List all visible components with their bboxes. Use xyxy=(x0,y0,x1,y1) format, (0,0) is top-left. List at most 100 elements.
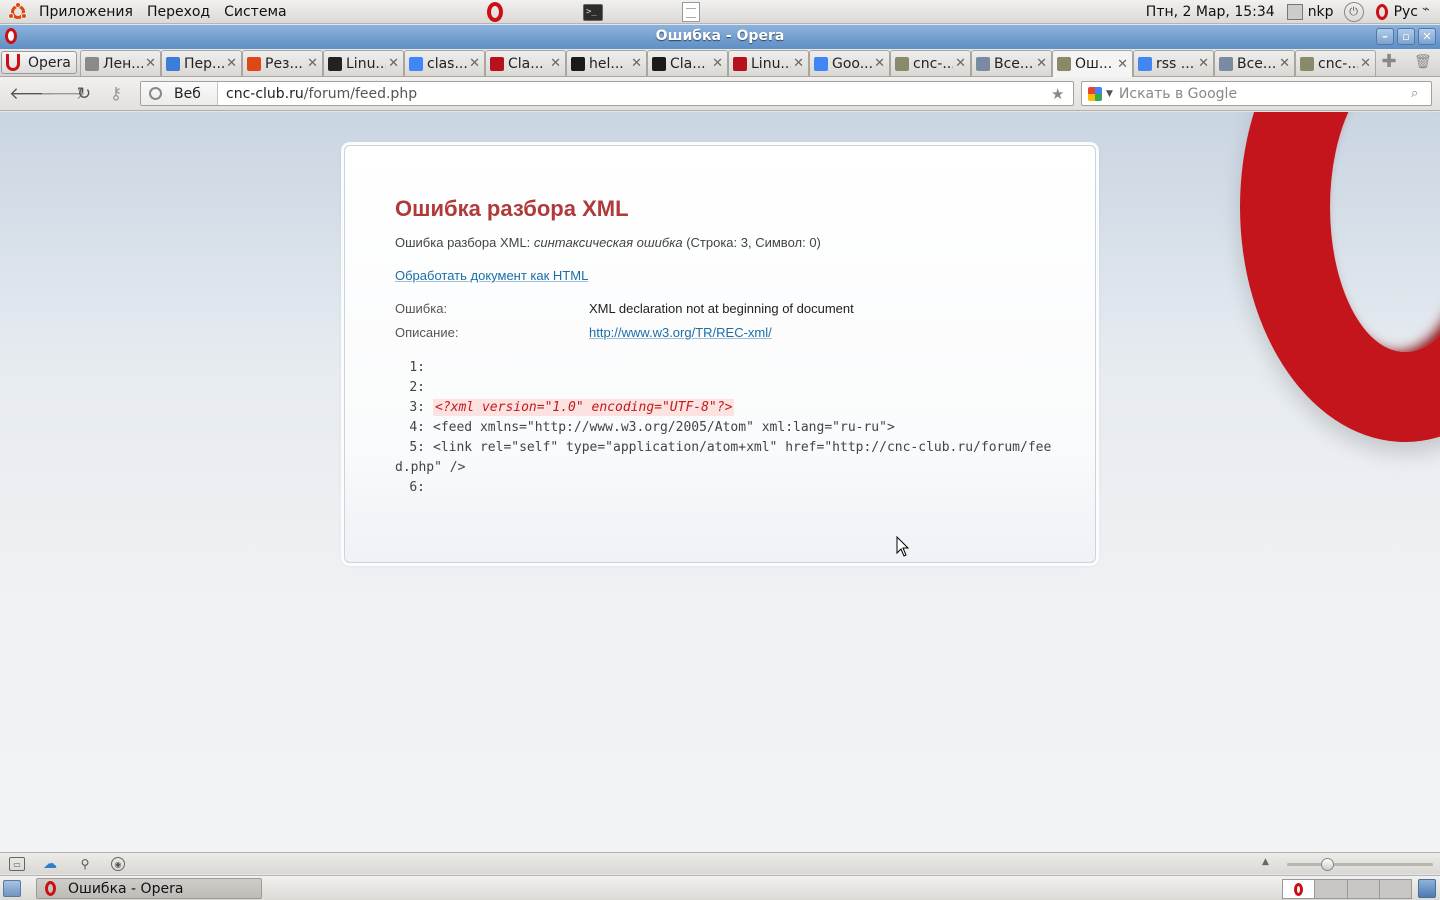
gnome-top-panel: Приложения Переход Система >_ Птн, 2 Мар… xyxy=(0,0,1440,24)
power-icon[interactable]: ⏻ xyxy=(1343,2,1364,22)
tab-close-icon[interactable]: ✕ xyxy=(1360,56,1371,71)
maximize-button[interactable]: ▫ xyxy=(1397,28,1415,45)
tab-3[interactable]: Рез... ✕ xyxy=(242,50,323,76)
tab-close-icon[interactable]: ✕ xyxy=(631,56,642,71)
search-field[interactable]: ▼ Искать в Google ⌕ xyxy=(1081,81,1432,106)
workspace-switcher[interactable] xyxy=(1282,879,1412,899)
url-host: cnc-club.ru xyxy=(226,85,304,102)
tab-16[interactable]: cnc-... ✕ xyxy=(1295,50,1376,76)
trash-icon[interactable] xyxy=(1418,879,1436,898)
search-icon[interactable]: ⌕ xyxy=(1411,86,1431,101)
tab-close-icon[interactable]: ✕ xyxy=(955,56,966,71)
keyboard-layout-indicator[interactable]: Рус xyxy=(1394,4,1418,20)
tab-close-icon[interactable]: ✕ xyxy=(1198,56,1209,71)
zoom-slider-knob[interactable] xyxy=(1321,858,1334,871)
tab-2[interactable]: Пер... ✕ xyxy=(161,50,242,76)
menu-places[interactable]: Переход xyxy=(140,0,217,23)
opera-launcher-icon[interactable] xyxy=(480,0,510,24)
minimize-button[interactable]: – xyxy=(1376,28,1394,45)
closed-tabs-trash-icon[interactable]: 🗑 xyxy=(1414,54,1432,72)
url-path: /forum/feed.php xyxy=(303,85,418,102)
tab-12[interactable]: Все... ✕ xyxy=(971,50,1052,76)
tab-close-icon[interactable]: ✕ xyxy=(145,56,156,71)
status-bar: ▭ ☁ ⚲ ◉ ▲ xyxy=(0,852,1440,874)
show-desktop-icon[interactable] xyxy=(3,880,21,897)
tab-close-icon[interactable]: ✕ xyxy=(226,56,237,71)
tab-close-icon[interactable]: ✕ xyxy=(1036,56,1047,71)
tab-label: Пер... xyxy=(184,55,225,72)
window-titlebar[interactable]: Ошибка - Opera – ▫ ✕ xyxy=(0,25,1440,49)
tab-9[interactable]: Linu... ✕ xyxy=(728,50,809,76)
process-as-html-link[interactable]: Обработать документ как HTML xyxy=(395,268,588,283)
tab-8[interactable]: Cla... ✕ xyxy=(647,50,728,76)
tab-favicon-icon xyxy=(328,56,342,71)
tab-close-icon[interactable]: ✕ xyxy=(307,56,318,71)
opera-tray-icon[interactable] xyxy=(1375,4,1388,20)
menu-applications[interactable]: Приложения xyxy=(32,0,140,23)
back-button[interactable]: 🡐 xyxy=(9,83,55,105)
description-value: http://www.w3.org/TR/REC-xml/ xyxy=(589,325,772,340)
tab-close-icon[interactable]: ✕ xyxy=(793,56,804,71)
zoom-slider[interactable] xyxy=(1287,858,1433,871)
search-engine-dropdown-icon[interactable]: ▼ xyxy=(1106,89,1113,99)
turbo-icon[interactable]: ◉ xyxy=(111,857,125,871)
tab-close-icon[interactable]: ✕ xyxy=(388,56,399,71)
close-window-button[interactable]: ✕ xyxy=(1418,28,1436,45)
reload-button[interactable]: ↻ xyxy=(73,83,95,105)
menu-system[interactable]: Система xyxy=(217,0,293,23)
code-line: 4: <feed xmlns="http://www.w3.org/2005/At… xyxy=(395,418,1055,438)
tab-label: Linu... xyxy=(751,55,792,72)
description-label: Описание: xyxy=(395,325,459,340)
opera-logo-icon xyxy=(6,54,20,71)
tab-1[interactable]: Лен... ✕ xyxy=(80,50,161,76)
user-name: nkp xyxy=(1307,4,1334,20)
code-line: 1: xyxy=(395,358,1055,378)
tab-favicon-icon xyxy=(166,56,180,71)
user-menu[interactable]: nkp xyxy=(1286,4,1334,20)
tab-14[interactable]: rss ... ✕ xyxy=(1133,50,1214,76)
tab-close-icon[interactable]: ✕ xyxy=(874,56,885,71)
workspace-1[interactable] xyxy=(1283,880,1316,898)
tab-7[interactable]: hel... ✕ xyxy=(566,50,647,76)
tab-6[interactable]: Cla... ✕ xyxy=(485,50,566,76)
network-icon[interactable]: ⌁ xyxy=(1422,2,1440,22)
workspace-2[interactable] xyxy=(1315,880,1348,898)
panel-toggle-icon[interactable]: ▭ xyxy=(9,857,25,871)
workspace-4[interactable] xyxy=(1379,880,1411,898)
clock[interactable]: Птн, 2 Мар, 15:34 xyxy=(1146,4,1275,20)
wand-key-icon[interactable]: ⚷ xyxy=(105,83,127,105)
address-field[interactable]: Веб cnc-club.ru/forum/feed.php ★ xyxy=(140,81,1074,106)
tab-close-icon[interactable]: ✕ xyxy=(1117,57,1128,72)
text-editor-launcher-icon[interactable] xyxy=(676,0,706,24)
line-number: 4: xyxy=(409,420,425,435)
navigation-bar: 🡐 🡒 ↻ ⚷ Веб cnc-club.ru/forum/feed.php ★… xyxy=(0,77,1440,111)
ubuntu-logo-icon[interactable] xyxy=(8,1,28,22)
tab-close-icon[interactable]: ✕ xyxy=(1279,56,1290,71)
tab-10[interactable]: Goo... ✕ xyxy=(809,50,890,76)
terminal-launcher-icon[interactable]: >_ xyxy=(578,0,608,24)
google-search-engine-icon[interactable] xyxy=(1088,86,1102,101)
workspace-3[interactable] xyxy=(1347,880,1380,898)
opera-unite-cloud-icon[interactable]: ☁ xyxy=(42,857,58,871)
status-expand-icon[interactable]: ▲ xyxy=(1262,857,1269,867)
site-info-badge[interactable]: Веб xyxy=(141,82,218,105)
tab-5[interactable]: clas... ✕ xyxy=(404,50,485,76)
tab-11[interactable]: cnc-... ✕ xyxy=(890,50,971,76)
new-tab-button[interactable]: ✚ xyxy=(1378,53,1400,72)
tab-close-icon[interactable]: ✕ xyxy=(550,56,561,71)
url-text[interactable]: cnc-club.ru/forum/feed.php xyxy=(218,86,1051,102)
forward-button[interactable]: 🡒 xyxy=(40,83,86,105)
taskbar-window-button[interactable]: Ошибка - Opera xyxy=(36,878,262,899)
tab-15[interactable]: Все... ✕ xyxy=(1214,50,1295,76)
bookmark-star-icon[interactable]: ★ xyxy=(1051,85,1073,103)
tab-label: Ош... xyxy=(1075,56,1113,72)
tab-close-icon[interactable]: ✕ xyxy=(469,56,480,71)
tab-close-icon[interactable]: ✕ xyxy=(712,56,723,71)
tab-favicon-icon xyxy=(733,56,747,71)
opera-menu-button[interactable]: Opera xyxy=(1,51,77,74)
spec-link[interactable]: http://www.w3.org/TR/REC-xml/ xyxy=(589,325,772,340)
tab-4[interactable]: Linu... ✕ xyxy=(323,50,404,76)
opera-background-logo xyxy=(1240,112,1440,442)
tab-13[interactable]: Ош... ✕ xyxy=(1052,50,1133,77)
opera-link-icon[interactable]: ⚲ xyxy=(77,857,93,871)
